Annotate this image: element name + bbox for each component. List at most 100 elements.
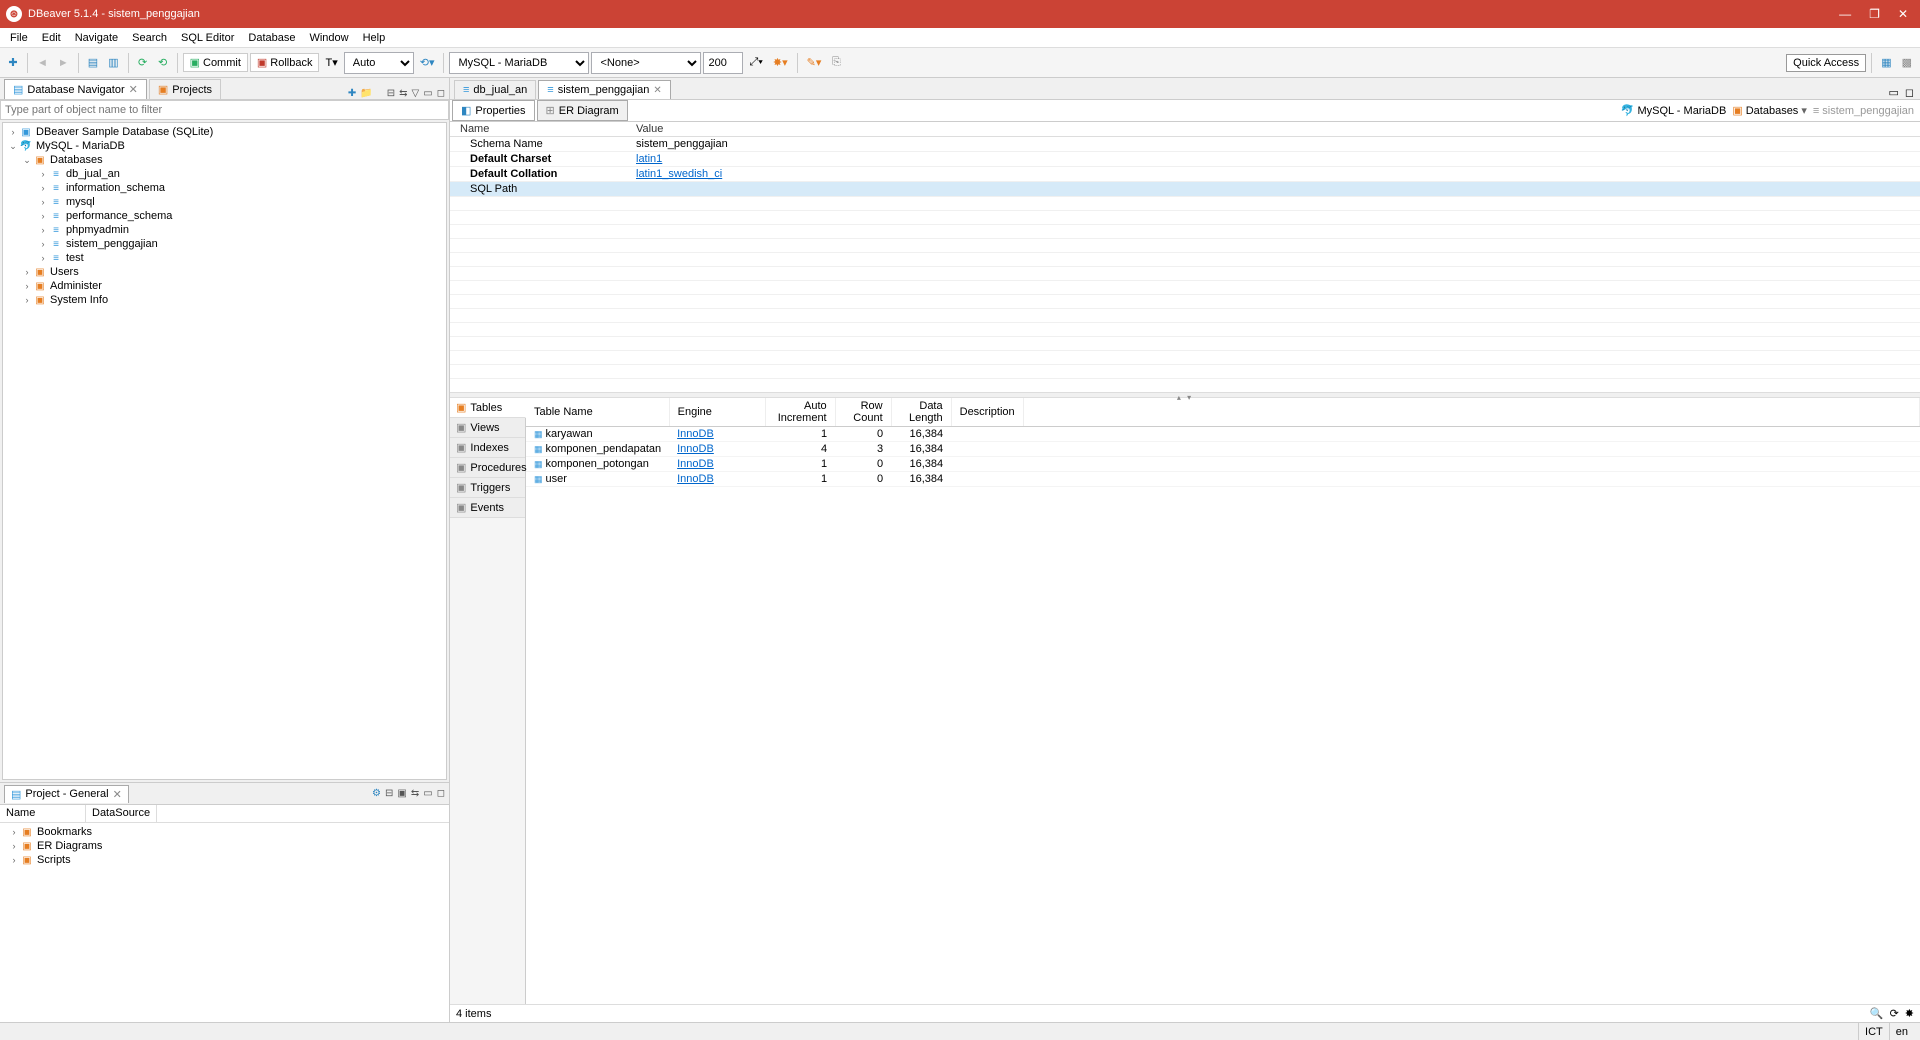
tree-systeminfo-folder[interactable]: ›▣System Info	[3, 293, 446, 307]
col-auto-increment[interactable]: Auto Increment	[765, 398, 835, 427]
tab-database-navigator[interactable]: ▤ Database Navigator ✕	[4, 79, 147, 99]
col-data-length[interactable]: Data Length	[891, 398, 951, 427]
breadcrumb-connection[interactable]: 🐬MySQL - MariaDB	[1621, 104, 1727, 117]
objtab-events[interactable]: ▣Events	[450, 498, 525, 518]
prop-default-collation[interactable]: Default Collationlatin1_swedish_ci	[450, 167, 1920, 182]
maximize-editor-icon[interactable]: ◻	[1905, 86, 1914, 99]
subtab-er-diagram[interactable]: ⊞ER Diagram	[537, 100, 628, 121]
close-icon[interactable]: ✕	[113, 788, 122, 801]
gear-icon[interactable]: ⚙	[372, 788, 381, 799]
col-engine[interactable]: Engine	[669, 398, 765, 427]
refresh-icon[interactable]: ⟳	[1890, 1007, 1899, 1020]
tool-a-icon[interactable]: ⤢▾	[745, 52, 766, 74]
minimize-panel-icon[interactable]: ▭	[423, 88, 432, 99]
tree-database[interactable]: ›≡performance_schema	[3, 209, 446, 223]
project-item[interactable]: ›▣Scripts	[4, 853, 445, 867]
prop-sql-path[interactable]: SQL Path	[450, 182, 1920, 197]
objtab-views[interactable]: ▣Views	[450, 418, 525, 438]
project-tree[interactable]: ›▣Bookmarks›▣ER Diagrams›▣Scripts	[0, 823, 449, 1022]
tree-users-folder[interactable]: ›▣Users	[3, 265, 446, 279]
schema-select[interactable]: <None>	[591, 52, 701, 74]
search-icon[interactable]: 🔍	[1870, 1007, 1884, 1020]
tree-connection-mysql[interactable]: ⌄🐬MySQL - MariaDB	[3, 139, 446, 153]
favorite-icon[interactable]: ✸	[1905, 1007, 1914, 1020]
tree-database[interactable]: ›≡db_jual_an	[3, 167, 446, 181]
tree-database[interactable]: ›≡mysql	[3, 195, 446, 209]
collapse-icon[interactable]: ⊟	[385, 788, 393, 799]
tree-connection-sqlite[interactable]: ›▣DBeaver Sample Database (SQLite)	[3, 125, 446, 139]
col-row-count[interactable]: Row Count	[835, 398, 891, 427]
tx-mode-icon[interactable]: T▾	[321, 52, 341, 74]
quick-access-input[interactable]: Quick Access	[1786, 54, 1866, 72]
tab-project-general[interactable]: ▤ Project - General ✕	[4, 785, 129, 803]
close-button[interactable]: ✕	[1898, 7, 1908, 21]
subtab-properties[interactable]: ◧Properties	[452, 100, 535, 121]
filter-input[interactable]	[0, 100, 449, 120]
new-connection-icon[interactable]: ✚	[4, 52, 22, 74]
close-icon[interactable]: ✕	[129, 83, 138, 96]
tree-database[interactable]: ›≡test	[3, 251, 446, 265]
connection-select[interactable]: MySQL - MariaDB	[449, 52, 589, 74]
menu-file[interactable]: File	[4, 30, 34, 46]
editor-tab-sistem-penggajian[interactable]: ≡sistem_penggajian✕	[538, 80, 671, 99]
tree-administer-folder[interactable]: ›▣Administer	[3, 279, 446, 293]
refresh-icon[interactable]: ⟳	[134, 52, 152, 74]
row-limit-input[interactable]	[703, 52, 743, 74]
breadcrumb-schema[interactable]: ≡sistem_penggajian	[1813, 105, 1914, 117]
objtab-tables[interactable]: ▣Tables	[450, 398, 526, 418]
tree-database[interactable]: ›≡sistem_penggajian	[3, 237, 446, 251]
maximize-panel-icon[interactable]: ◻	[437, 88, 445, 99]
sql-editor-icon[interactable]: ▤	[84, 52, 102, 74]
minimize-button[interactable]: —	[1839, 7, 1851, 21]
database-tree[interactable]: ›▣DBeaver Sample Database (SQLite) ⌄🐬MyS…	[2, 122, 447, 780]
collapse-icon[interactable]: ⊟	[387, 88, 395, 99]
menu-help[interactable]: Help	[357, 30, 392, 46]
status-language[interactable]: en	[1889, 1023, 1914, 1040]
minimize-editor-icon[interactable]: ▭	[1888, 86, 1898, 99]
maximize-button[interactable]: ❐	[1869, 7, 1880, 21]
col-name[interactable]: Name	[450, 122, 626, 137]
prop-default-charset[interactable]: Default Charsetlatin1	[450, 152, 1920, 167]
table-row[interactable]: ▦karyawanInnoDB1016,384	[526, 427, 1920, 442]
prop-schema-name[interactable]: Schema Namesistem_penggajian	[450, 137, 1920, 152]
search-tool-icon[interactable]: ✎▾	[803, 52, 826, 74]
arrow-left-icon[interactable]: ◄	[33, 52, 52, 74]
perspective-db-icon[interactable]: ▦	[1877, 52, 1895, 74]
tree-database[interactable]: ›≡information_schema	[3, 181, 446, 195]
maximize-panel-icon[interactable]: ◻	[437, 788, 445, 799]
menu-window[interactable]: Window	[303, 30, 354, 46]
table-row[interactable]: ▦userInnoDB1016,384	[526, 472, 1920, 487]
rollback-button[interactable]: ▣Rollback	[250, 53, 320, 72]
link-editor-icon[interactable]: ⇆	[399, 88, 407, 99]
link-icon[interactable]: ⎘	[827, 52, 845, 74]
table-row[interactable]: ▦komponen_pendapatanInnoDB4316,384	[526, 442, 1920, 457]
view-menu-icon[interactable]: ▽	[412, 88, 420, 99]
minimize-panel-icon[interactable]: ▭	[423, 788, 432, 799]
commit-mode-select[interactable]: Auto	[344, 52, 414, 74]
project-item[interactable]: ›▣Bookmarks	[4, 825, 445, 839]
menu-edit[interactable]: Edit	[36, 30, 67, 46]
col-value[interactable]: Value	[626, 122, 1920, 137]
folder-icon[interactable]: 📁	[360, 88, 372, 99]
history-icon[interactable]: ⟲▾	[416, 52, 439, 74]
stop-icon[interactable]: ⟲	[154, 52, 172, 74]
tab-projects[interactable]: ▣ Projects	[149, 79, 221, 99]
tool-b-icon[interactable]: ✸▾	[769, 52, 792, 74]
arrow-right-icon[interactable]: ►	[54, 52, 73, 74]
perspective-other-icon[interactable]: ▩	[1898, 52, 1916, 74]
breadcrumb-databases[interactable]: ▣Databases▾	[1732, 104, 1807, 117]
col-table-name[interactable]: Table Name	[526, 398, 669, 427]
menu-database[interactable]: Database	[242, 30, 301, 46]
open-icon[interactable]: ▣	[397, 788, 406, 799]
objtab-indexes[interactable]: ▣Indexes	[450, 438, 525, 458]
project-item[interactable]: ›▣ER Diagrams	[4, 839, 445, 853]
editor-tab-db-jual-an[interactable]: ≡db_jual_an	[454, 80, 536, 99]
commit-button[interactable]: ▣Commit	[183, 53, 248, 72]
tree-databases-folder[interactable]: ⌄▣Databases	[3, 153, 446, 167]
close-icon[interactable]: ✕	[653, 85, 661, 96]
objtab-triggers[interactable]: ▣Triggers	[450, 478, 525, 498]
menu-search[interactable]: Search	[126, 30, 173, 46]
tree-database[interactable]: ›≡phpmyadmin	[3, 223, 446, 237]
connect-icon[interactable]: ✚	[348, 88, 356, 99]
link-icon[interactable]: ⇆	[411, 788, 419, 799]
